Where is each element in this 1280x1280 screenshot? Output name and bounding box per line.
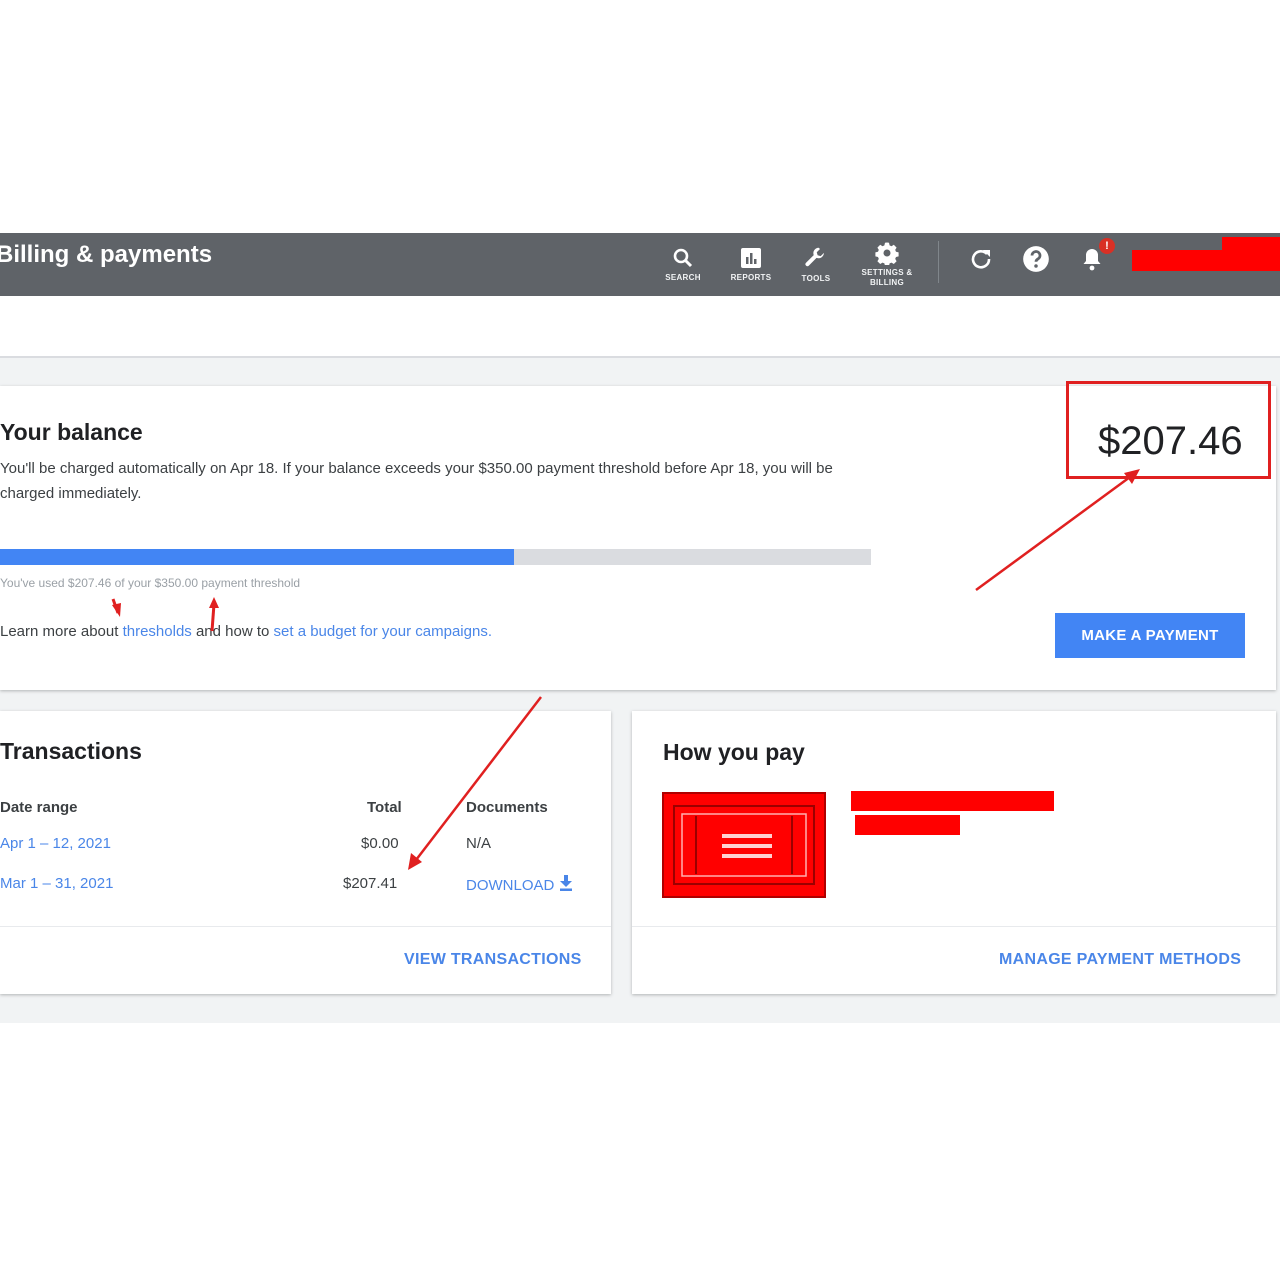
balance-description: You'll be charged automatically on Apr 1… [0, 460, 833, 502]
row-documents: N/A [466, 835, 492, 852]
nav-search-button[interactable]: Search [660, 233, 706, 296]
nav-reports-button[interactable]: Reports [726, 233, 776, 296]
how-you-pay-title: How you pay [663, 739, 805, 765]
redacted-card-number [855, 815, 960, 835]
view-transactions-link[interactable]: View transactions [404, 951, 582, 969]
gear-icon [875, 242, 899, 265]
help-button[interactable] [1021, 244, 1051, 274]
redacted-card-image [662, 792, 826, 898]
learn-suffix: . [487, 623, 492, 640]
transactions-card: Transactions Date range Total Documents … [0, 711, 611, 994]
row-total: $0.00 [361, 835, 399, 852]
reports-icon [741, 248, 761, 268]
balance-card: Your balance You'll be charged automatic… [0, 381, 1276, 690]
download-label: Download [466, 877, 555, 894]
column-header-date-range: Date range [0, 799, 78, 816]
learn-more-line: Learn more about thresholds and how to s… [0, 623, 492, 640]
redacted-account-extra [1222, 237, 1280, 253]
card-divider [632, 926, 1276, 927]
column-header-total: Total [367, 799, 402, 816]
notification-badge: ! [1099, 238, 1115, 254]
redacted-card-name [851, 791, 1054, 811]
refresh-icon [971, 250, 991, 269]
budget-link[interactable]: set a budget for your campaigns [274, 623, 488, 640]
learn-middle: and how to [191, 623, 274, 640]
redacted-account [1132, 250, 1280, 271]
balance-title: Your balance [0, 419, 143, 445]
credit-card-icon [673, 805, 815, 885]
nav-tools-button[interactable]: Tools [796, 233, 836, 296]
nav-tools-label: Tools [801, 274, 831, 283]
threshold-progress-fill [0, 549, 514, 565]
how-you-pay-card: How you pay Manage payment methods [632, 711, 1276, 994]
row-date-link[interactable]: Mar 1 – 31, 2021 [0, 875, 113, 892]
download-link[interactable]: Download [466, 875, 573, 894]
nav-settings-button[interactable]: Settings & billing [854, 233, 920, 296]
card-divider [0, 926, 611, 927]
make-payment-button[interactable]: Make a payment [1055, 613, 1245, 658]
page-title: Billing & payments [0, 241, 213, 268]
nav-settings-label: Settings & billing [861, 268, 913, 287]
threshold-progress-bar [0, 549, 871, 565]
help-icon [1023, 246, 1049, 272]
row-date-link[interactable]: Apr 1 – 12, 2021 [0, 835, 111, 852]
download-icon [559, 875, 572, 891]
balance-amount: $207.46 [1098, 419, 1243, 463]
wrench-icon [805, 247, 824, 267]
top-app-bar: Billing & payments Search Reports Tools [0, 233, 1280, 296]
column-header-documents: Documents [466, 799, 548, 816]
nav-search-label: Search [665, 273, 701, 282]
transactions-title: Transactions [0, 738, 142, 764]
usage-text: You've used $207.46 of your $350.00 paym… [0, 576, 301, 590]
sub-header [0, 296, 1280, 358]
learn-prefix: Learn more about [0, 623, 123, 640]
search-icon [673, 248, 693, 268]
manage-payment-methods-link[interactable]: Manage payment methods [999, 951, 1241, 969]
row-total: $207.41 [343, 875, 398, 892]
refresh-button[interactable] [966, 244, 996, 274]
nav-reports-label: Reports [730, 273, 772, 282]
toolbar-divider [938, 241, 939, 283]
screenshot-frame: Billing & payments Search Reports Tools [0, 233, 1280, 1023]
thresholds-link[interactable]: thresholds [123, 623, 192, 640]
